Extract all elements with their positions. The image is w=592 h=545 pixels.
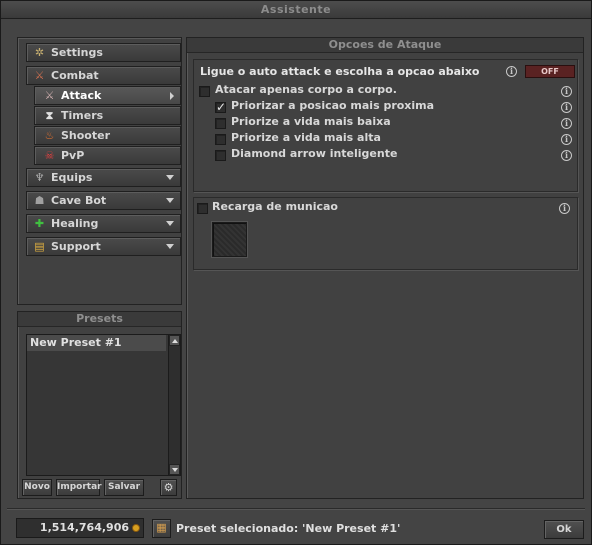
skull-icon: ☠ bbox=[44, 149, 55, 162]
sidebar-item-label: Shooter bbox=[61, 129, 111, 142]
info-icon[interactable]: i bbox=[559, 203, 570, 214]
option-label: Atacar apenas corpo a corpo. bbox=[215, 83, 397, 96]
sidebar-item-label: Equips bbox=[51, 171, 93, 184]
sidebar-item-label: Timers bbox=[61, 109, 104, 122]
chevron-down-icon bbox=[166, 175, 174, 180]
new-preset-button[interactable]: Novo bbox=[22, 479, 52, 496]
sidebar-item-support[interactable]: ▤ Support bbox=[26, 237, 181, 256]
settings-gear-button[interactable]: ⚙ bbox=[160, 479, 177, 496]
sidebar-item-label: Attack bbox=[61, 89, 102, 102]
money-value: 1,514,764,906 bbox=[39, 521, 129, 534]
ammo-item-slot[interactable] bbox=[212, 222, 247, 257]
preset-icon-button[interactable]: ▦ bbox=[152, 519, 171, 538]
scrollbar[interactable] bbox=[168, 335, 180, 475]
option-label: Priorize a vida mais baixa bbox=[231, 115, 391, 128]
info-icon[interactable]: i bbox=[561, 118, 572, 129]
checkbox-diamond-arrow[interactable] bbox=[215, 150, 226, 161]
sword-icon: ⚔ bbox=[34, 69, 45, 82]
gear-icon: ✲ bbox=[34, 46, 45, 59]
footer-divider bbox=[7, 508, 585, 509]
sidebar-item-pvp[interactable]: ☠ PvP bbox=[34, 146, 181, 165]
checkbox-melee-only[interactable] bbox=[199, 86, 210, 97]
sidebar-item-label: PvP bbox=[61, 149, 85, 162]
auto-attack-label: Ligue o auto attack e escolha a opcao ab… bbox=[200, 65, 480, 78]
option-label: Recarga de municao bbox=[212, 200, 338, 213]
auto-attack-toggle[interactable]: OFF bbox=[525, 65, 575, 78]
attack-options-panel: Opcoes de Ataque Ligue o auto attack e e… bbox=[186, 37, 584, 499]
info-icon[interactable]: i bbox=[561, 150, 572, 161]
sidebar-item-label: Cave Bot bbox=[51, 194, 107, 207]
sidebar-item-shooter[interactable]: ♨ Shooter bbox=[34, 126, 181, 145]
chevron-right-icon bbox=[170, 92, 174, 100]
presets-title: Presets bbox=[18, 312, 181, 327]
ok-button[interactable]: Ok bbox=[544, 520, 584, 539]
scroll-icon: ▤ bbox=[34, 240, 45, 253]
preset-status: Preset selecionado: 'New Preset #1' bbox=[176, 522, 401, 535]
sidebar-item-healing[interactable]: ✚ Healing bbox=[26, 214, 181, 233]
scroll-down-icon[interactable] bbox=[169, 464, 180, 475]
amulet-icon: ♆ bbox=[34, 171, 45, 184]
sidebar-item-label: Settings bbox=[51, 46, 103, 59]
checkbox-ammo-reload[interactable] bbox=[197, 203, 208, 214]
info-icon[interactable]: i bbox=[561, 134, 572, 145]
sidebar-panel: ✲ Settings ⚔ Combat ⚔ Attack ⧗ Timers ♨ … bbox=[17, 37, 182, 305]
info-icon[interactable]: i bbox=[506, 66, 517, 77]
import-preset-button[interactable]: Importar bbox=[56, 479, 102, 496]
preset-icon: ▦ bbox=[156, 521, 167, 534]
sidebar-item-settings[interactable]: ✲ Settings bbox=[26, 43, 181, 62]
auto-attack-group: Ligue o auto attack e escolha a opcao ab… bbox=[193, 59, 578, 192]
chevron-down-icon bbox=[166, 221, 174, 226]
hourglass-icon: ⧗ bbox=[45, 109, 54, 122]
scroll-up-icon[interactable] bbox=[169, 335, 180, 346]
chevron-down-icon bbox=[166, 244, 174, 249]
sidebar-item-label: Support bbox=[51, 240, 101, 253]
presets-panel: Presets New Preset #1 Novo Importar Salv… bbox=[17, 311, 182, 499]
coin-icon bbox=[132, 524, 140, 532]
heal-icon: ✚ bbox=[34, 217, 45, 230]
info-icon[interactable]: i bbox=[561, 86, 572, 97]
presets-list[interactable]: New Preset #1 bbox=[26, 334, 181, 476]
flame-icon: ♨ bbox=[44, 129, 55, 142]
checkbox-closest-position[interactable] bbox=[215, 100, 226, 114]
sidebar-item-label: Combat bbox=[51, 69, 99, 82]
sidebar-item-combat[interactable]: ⚔ Combat bbox=[26, 66, 181, 85]
ammo-reload-group: Recarga de municao i bbox=[193, 197, 578, 270]
window-title: Assistente bbox=[1, 1, 591, 19]
assistant-window: Assistente ✲ Settings ⚔ Combat ⚔ Attack … bbox=[0, 0, 592, 545]
info-icon[interactable]: i bbox=[561, 102, 572, 113]
money-display: 1,514,764,906 bbox=[16, 518, 144, 538]
option-label: Priorizar a posicao mais proxima bbox=[231, 99, 435, 112]
sidebar-item-cave-bot[interactable]: ☗ Cave Bot bbox=[26, 191, 181, 210]
sword-icon: ⚔ bbox=[44, 89, 55, 102]
option-label: Diamond arrow inteligente bbox=[231, 147, 398, 160]
cave-icon: ☗ bbox=[34, 194, 45, 207]
sidebar-item-equips[interactable]: ♆ Equips bbox=[26, 168, 181, 187]
save-preset-button[interactable]: Salvar bbox=[104, 479, 144, 496]
chevron-down-icon bbox=[166, 198, 174, 203]
panel-title: Opcoes de Ataque bbox=[187, 38, 583, 53]
list-item[interactable]: New Preset #1 bbox=[27, 335, 166, 351]
sidebar-item-attack[interactable]: ⚔ Attack bbox=[34, 86, 181, 105]
checkbox-highest-health[interactable] bbox=[215, 134, 226, 145]
sidebar-item-timers[interactable]: ⧗ Timers bbox=[34, 106, 181, 125]
gear-icon: ⚙ bbox=[163, 481, 174, 494]
sidebar-item-label: Healing bbox=[51, 217, 99, 230]
checkbox-lowest-health[interactable] bbox=[215, 118, 226, 129]
option-label: Priorize a vida mais alta bbox=[231, 131, 381, 144]
